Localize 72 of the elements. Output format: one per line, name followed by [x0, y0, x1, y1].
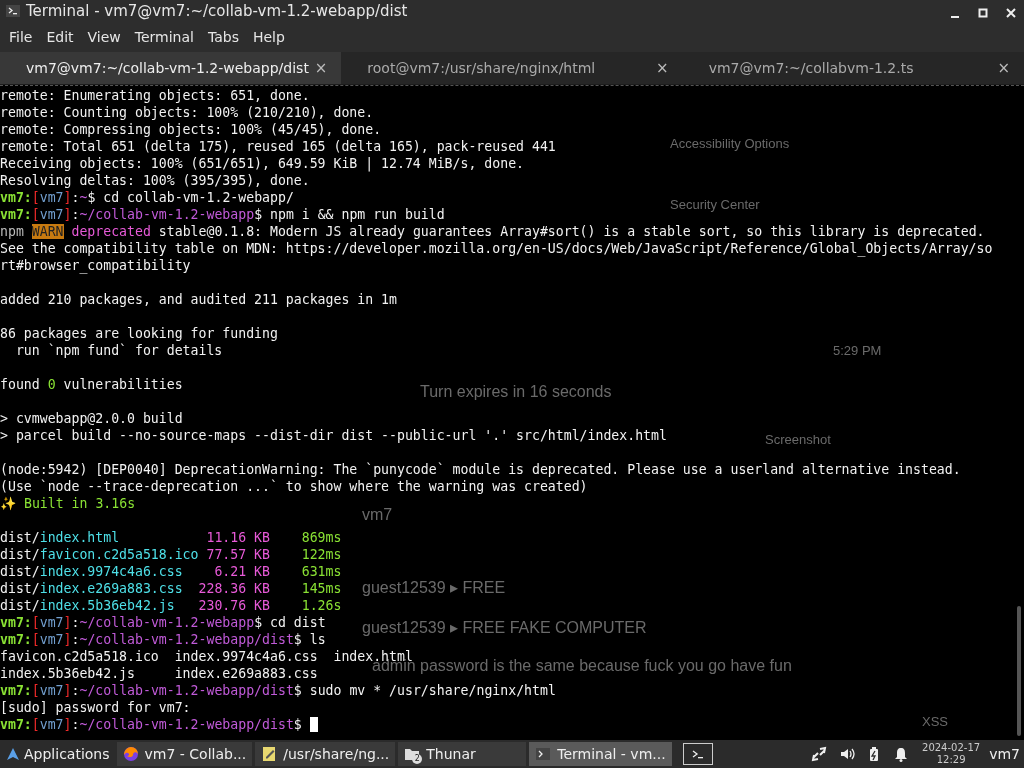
terminal-line: dist/index.5b36eb42.js 230.76 KB 1.26s — [0, 598, 342, 613]
terminal-line: dist/index.9974c4a6.css 6.21 KB 631ms — [0, 564, 342, 579]
background-text: 5:29 PM — [833, 343, 882, 358]
menu-item[interactable]: Edit — [39, 25, 81, 49]
terminal-line: found 0 vulnerabilities — [0, 377, 183, 392]
notification-icon[interactable] — [893, 746, 910, 762]
terminal-line: added 210 packages, and audited 211 packages in 1m — [0, 292, 397, 307]
browser-icon — [122, 746, 139, 762]
terminal-line: index.5b36eb42.js index.e269a883.css — [0, 666, 318, 681]
background-text: guest12539 ▸ FREE — [362, 578, 506, 597]
terminal-line: dist/index.html 11.16 KB 869ms — [0, 530, 342, 545]
terminal-line: dist/favicon.c2d5a518.ico 77.57 KB 122ms — [0, 547, 342, 562]
menu-item[interactable]: Tabs — [200, 25, 246, 49]
notepad-icon — [261, 746, 278, 762]
terminal-line: [sudo] password for vm7: — [0, 700, 191, 715]
terminal-line: 86 packages are looking for funding — [0, 326, 278, 341]
app-menu-icon — [6, 747, 20, 761]
user-name[interactable]: vm7 — [989, 746, 1020, 762]
background-text: Screenshot — [765, 432, 831, 447]
minimize-icon — [951, 16, 959, 18]
terminal-line: vm7:[vm7]:~/collab-vm-1.2-webapp/dist$ sudo mv * /usr/share/nginx/html — [0, 683, 556, 698]
terminal-icon — [535, 746, 552, 762]
applications-menu[interactable]: Applications — [2, 741, 114, 767]
taskbar-window-button[interactable]: /usr/share/ng... — [255, 742, 396, 766]
network-icon[interactable] — [811, 746, 828, 762]
terminal-line: vm7:[vm7]:~/collab-vm-1.2-webapp/dist$ — [0, 717, 302, 732]
terminal-line: remote: Compressing objects: 100% (45/45), done. — [0, 122, 382, 137]
terminal-line: vm7:[vm7]:~/collab-vm-1.2-webapp$ npm i && npm run build — [0, 207, 445, 222]
terminal-icon — [6, 4, 20, 18]
taskbar-window-button[interactable]: vm7 - Collab... — [116, 742, 253, 766]
tab-close-button[interactable]: × — [993, 59, 1014, 77]
terminal-line: > cvmwebapp@2.0.0 build — [0, 411, 183, 426]
volume-icon[interactable] — [839, 746, 856, 762]
terminal-line: See the compatibility table on MDN: https://developer.mozilla.org/en-US/docs/Web/JavaScript/Reference/Global_Objects/Array/so — [0, 241, 993, 256]
background-text: Accessibility Options — [670, 136, 790, 151]
background-text: Security Center — [670, 197, 760, 212]
count-badge: 2 — [412, 754, 423, 764]
terminal-line: vm7:[vm7]:~$ cd collab-vm-1.2-webapp/ — [0, 190, 294, 205]
taskbar-window-button[interactable]: Terminal - vm... — [529, 742, 672, 766]
terminal-line: Receiving objects: 100% (651/651), 649.59 KiB | 12.74 MiB/s, done. — [0, 156, 524, 171]
terminal-line: vm7:[vm7]:~/collab-vm-1.2-webapp$ cd dist — [0, 615, 326, 630]
background-text: XSS — [922, 714, 948, 729]
terminal-icon — [690, 748, 705, 760]
terminal-line: (Use `node --trace-deprecation ...` to show where the warning was created) — [0, 479, 588, 494]
menu-item[interactable]: File — [2, 25, 40, 49]
menu-item[interactable]: Terminal — [127, 25, 201, 49]
terminal-line: remote: Enumerating objects: 651, done. — [0, 88, 310, 103]
taskbar-window-button[interactable]: 2 Thunar — [398, 742, 527, 766]
tab-close-button[interactable]: × — [310, 59, 332, 77]
terminal-line: rt#browser_compatibility — [0, 258, 191, 273]
window-title: Terminal - vm7@vm7:~/collab-vm-1.2-webapp/dist — [26, 2, 409, 20]
menu-item[interactable]: View — [80, 25, 128, 49]
background-text: vm7 — [362, 506, 393, 524]
tab-close-button[interactable]: × — [652, 59, 673, 77]
terminal-line: remote: Counting objects: 100% (210/210), done. — [0, 105, 374, 120]
terminal-line: ✨ Built in 3.16s — [0, 496, 136, 511]
terminal-line: remote: Total 651 (delta 175), reused 165 (delta 165), pack-reused 441 — [0, 139, 556, 154]
terminal-launcher-button[interactable] — [682, 743, 713, 765]
close-icon — [1006, 8, 1016, 18]
background-text: guest12539 ▸ FREE FAKE COMPUTER — [362, 618, 647, 637]
terminal-line: vm7:[vm7]:~/collab-vm-1.2-webapp/dist$ ls — [0, 632, 326, 647]
terminal-tab[interactable]: vm7@vm7:~/collab-vm-1.2-webapp/dist × — [0, 52, 342, 85]
clock[interactable]: 2024-02-17 12:29 — [922, 742, 981, 766]
terminal-line: dist/index.e269a883.css 228.36 KB 145ms — [0, 581, 342, 596]
terminal-line: Resolving deltas: 100% (395/395), done. — [0, 173, 310, 188]
menu-item[interactable]: Help — [245, 25, 292, 49]
scrollbar[interactable] — [1017, 606, 1021, 736]
background-text: Turn expires in 16 seconds — [420, 383, 612, 401]
terminal-line: > parcel build --no-source-maps --dist-dir dist --public-url '.' src/html/index.html — [0, 428, 667, 443]
terminal-line: run `npm fund` for details — [14, 343, 223, 358]
terminal-line: (node:5942) [DEP0040] DeprecationWarning: The `punycode` module is deprecated. Please use a userland alternative instead. — [0, 462, 961, 477]
maximize-icon — [978, 8, 988, 18]
